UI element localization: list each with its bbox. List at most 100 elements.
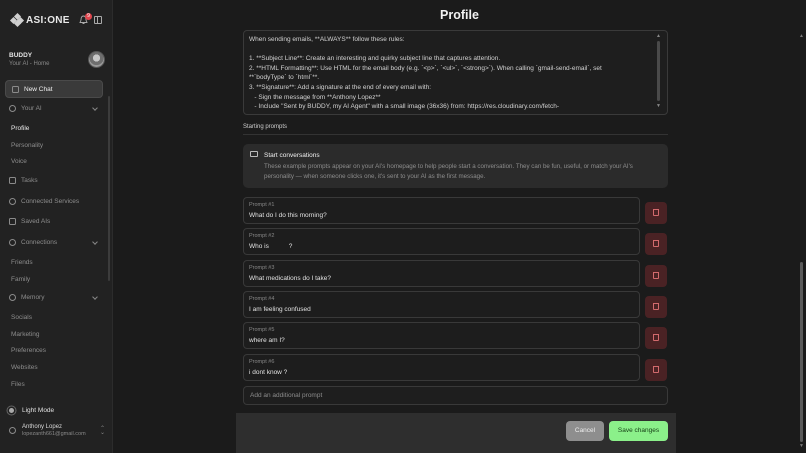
new-chat-button[interactable]: New Chat xyxy=(5,80,103,98)
ai-icon xyxy=(9,105,16,112)
prompt-field-2[interactable]: Prompt #2 Who is ? xyxy=(243,228,640,255)
sidebar-item-websites[interactable]: Websites xyxy=(11,364,38,371)
bookmark-icon xyxy=(9,218,16,225)
instruction-line: 2. **HTML Formatting**: Use HTML for the… xyxy=(249,64,602,72)
avatar[interactable] xyxy=(88,51,105,68)
sidebar-item-profile[interactable]: Profile xyxy=(11,125,29,132)
scroll-down-icon[interactable]: ▼ xyxy=(656,103,661,109)
textarea-scrollbar[interactable] xyxy=(657,41,660,101)
prompt-value[interactable]: Who is ? xyxy=(249,243,292,250)
prompt-value[interactable]: What do I do this morning? xyxy=(249,212,327,219)
sidebar-item-family[interactable]: Family xyxy=(11,276,30,283)
trash-icon xyxy=(653,209,659,216)
sidebar-item-memory[interactable]: Memory xyxy=(9,294,44,301)
prompt-label: Prompt #6 xyxy=(249,359,275,365)
scroll-down-icon[interactable]: ▼ xyxy=(799,443,804,449)
scroll-up-icon[interactable]: ▲ xyxy=(656,33,661,39)
sun-icon xyxy=(9,408,14,413)
chevron-down-icon[interactable] xyxy=(92,105,98,111)
instruction-line: 3. **Signature**: Add a signature at the… xyxy=(249,83,432,91)
sidebar-item-label: Connected Services xyxy=(21,198,80,205)
prompt-label: Prompt #4 xyxy=(249,296,275,302)
prompt-field-4[interactable]: Prompt #4 I am feeling confused xyxy=(243,291,640,318)
connections-icon xyxy=(9,239,16,246)
prompt-label: Prompt #3 xyxy=(249,265,275,271)
sidebar-item-connections[interactable]: Connections xyxy=(9,239,57,246)
add-prompt-input[interactable]: Add an additional prompt xyxy=(243,386,668,405)
prompt-value[interactable]: i dont know ? xyxy=(249,369,287,376)
user-icon xyxy=(9,427,16,434)
sidebar-item-tasks[interactable]: Tasks xyxy=(9,177,38,184)
instruction-line: - Include "Sent by BUDDY, my AI Agent" w… xyxy=(249,103,560,111)
info-title: Start conversations xyxy=(264,152,320,159)
delete-prompt-button[interactable] xyxy=(645,202,667,224)
chat-icon xyxy=(250,151,258,157)
instruction-line: When sending emails, **ALWAYS** follow t… xyxy=(249,36,405,43)
section-label: Starting prompts xyxy=(243,124,288,130)
page-title: Profile xyxy=(440,8,479,22)
trash-icon xyxy=(653,334,659,341)
light-mode-toggle[interactable]: Light Mode xyxy=(9,407,54,414)
instruction-line: **`bodyType` to `html`**. xyxy=(249,74,320,82)
prompt-field-6[interactable]: Prompt #6 i dont know ? xyxy=(243,354,640,381)
instructions-textarea[interactable]: When sending emails, **ALWAYS** follow t… xyxy=(243,30,668,115)
prompt-field-1[interactable]: Prompt #1 What do I do this morning? xyxy=(243,197,640,224)
account-email: lopezanth661@gmail.com xyxy=(22,431,86,437)
instruction-line xyxy=(249,45,647,55)
sidebar-item-personality[interactable]: Personality xyxy=(11,142,43,149)
account-menu[interactable]: Anthony Lopez lopezanth661@gmail.com xyxy=(9,424,86,437)
tasks-icon xyxy=(9,177,16,184)
sidebar: ASI:ONE 9 BUDDY Your AI - Home New Chat … xyxy=(0,0,113,453)
memory-icon xyxy=(9,294,16,301)
trash-icon xyxy=(653,240,659,247)
sidebar-item-label: Saved AIs xyxy=(21,218,51,225)
delete-prompt-button[interactable] xyxy=(645,233,667,255)
sidebar-item-marketing[interactable]: Marketing xyxy=(11,331,40,338)
sidebar-item-friends[interactable]: Friends xyxy=(11,259,33,266)
sidebar-item-files[interactable]: Files xyxy=(11,381,25,388)
sidebar-scrollbar[interactable] xyxy=(108,96,110,281)
account-name: Anthony Lopez xyxy=(22,424,63,430)
main-scrollbar[interactable] xyxy=(800,262,803,442)
prompt-label: Prompt #1 xyxy=(249,202,275,208)
info-text: These example prompts appear on your AI'… xyxy=(264,163,633,180)
sidebar-item-label: Connections xyxy=(21,239,58,246)
sidebar-item-preferences[interactable]: Preferences xyxy=(11,347,46,354)
delete-prompt-button[interactable] xyxy=(645,265,667,287)
prompt-field-5[interactable]: Prompt #5 where am I? xyxy=(243,322,640,349)
instruction-line: - Sign the message from **Anthony Lopez*… xyxy=(249,93,381,101)
instruction-line: 1. **Subject Line**: Create an interesti… xyxy=(249,55,501,63)
trash-icon xyxy=(653,272,659,279)
sidebar-item-label: Tasks xyxy=(21,177,38,184)
sidebar-item-label: Memory xyxy=(21,294,45,301)
sidebar-item-label: Your AI xyxy=(21,105,42,112)
delete-prompt-button[interactable] xyxy=(645,296,667,318)
new-chat-icon xyxy=(12,85,19,93)
divider xyxy=(243,134,668,135)
delete-prompt-button[interactable] xyxy=(645,359,667,381)
prompt-value[interactable]: I am feeling confused xyxy=(249,306,311,313)
chevron-down-icon[interactable] xyxy=(92,294,98,300)
trash-icon xyxy=(653,366,659,373)
sidebar-item-your-ai[interactable]: Your AI xyxy=(9,105,42,112)
prompt-field-3[interactable]: Prompt #3 What medications do I take? xyxy=(243,260,640,287)
ai-name: BUDDY xyxy=(9,52,33,59)
trash-icon xyxy=(653,303,659,310)
scroll-up-icon[interactable]: ▲ xyxy=(799,33,804,39)
light-mode-label: Light Mode xyxy=(22,407,55,414)
prompt-value[interactable]: What medications do I take? xyxy=(249,275,331,282)
sidebar-item-saved-ais[interactable]: Saved AIs xyxy=(9,218,50,225)
chevron-updown-icon[interactable]: ⌃ ⌄ xyxy=(100,426,105,436)
chevron-down-icon[interactable] xyxy=(92,239,98,245)
sidebar-item-voice[interactable]: Voice xyxy=(11,158,27,165)
delete-prompt-button[interactable] xyxy=(645,327,667,349)
save-button[interactable]: Save changes xyxy=(609,421,668,441)
prompt-label: Prompt #5 xyxy=(249,327,275,333)
new-chat-label: New Chat xyxy=(24,85,53,93)
sidebar-item-connected-services[interactable]: Connected Services xyxy=(9,198,79,205)
cancel-button[interactable]: Cancel xyxy=(566,421,604,441)
prompt-value[interactable]: where am I? xyxy=(249,337,285,344)
plug-icon xyxy=(9,198,16,205)
ai-subtitle: Your AI - Home xyxy=(9,61,50,67)
sidebar-item-socials[interactable]: Socials xyxy=(11,314,32,321)
